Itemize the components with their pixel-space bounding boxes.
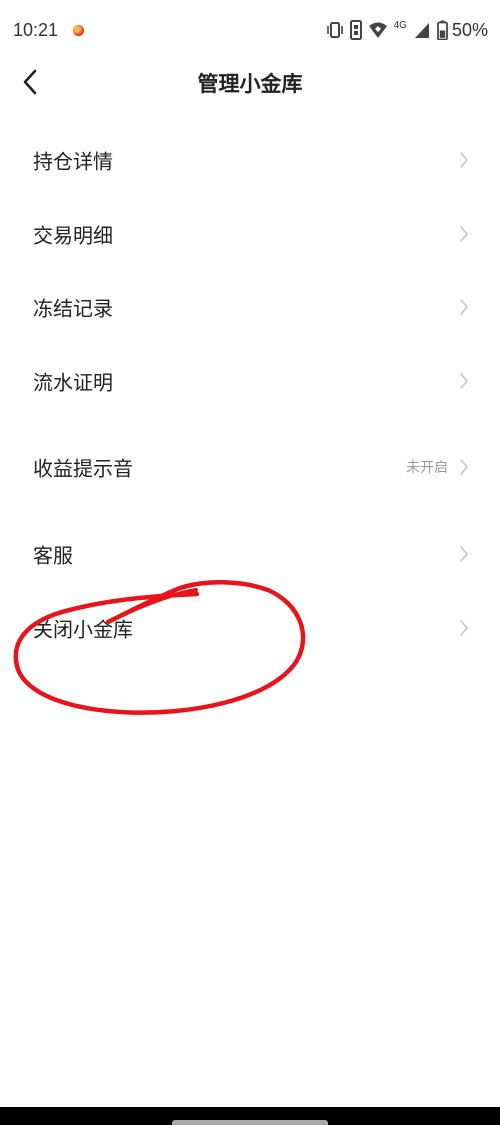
menu-item-label: 收益提示音 — [33, 456, 133, 481]
navigation-gesture-area — [0, 1107, 500, 1125]
signal-icon — [414, 23, 429, 38]
home-gesture-handle[interactable] — [172, 1120, 328, 1125]
menu-item-label: 持仓详情 — [33, 149, 113, 174]
chevron-right-icon — [460, 226, 468, 242]
page-title: 管理小金库 — [197, 72, 303, 96]
menu-item-statement-proof[interactable]: 流水证明 — [0, 351, 500, 411]
notification-app-icon — [73, 25, 84, 36]
battery-icon — [437, 20, 448, 40]
menu-item-customer-service[interactable]: 客服 — [0, 524, 500, 584]
sim-icon — [349, 20, 362, 40]
status-icons: 4G 50% — [326, 19, 488, 41]
menu-item-earnings-sound[interactable]: 收益提示音 未开启 — [0, 437, 500, 497]
menu-item-close-vault[interactable]: 关闭小金库 — [0, 598, 500, 658]
navigation-header: 管理小金库 — [0, 54, 500, 110]
chevron-right-icon — [460, 546, 468, 562]
chevron-right-icon — [460, 620, 468, 636]
wifi-icon — [368, 22, 387, 38]
chevron-right-icon — [460, 299, 468, 315]
status-time: 10:21 — [13, 20, 59, 40]
battery-percentage: 50% — [451, 19, 488, 40]
menu-item-label: 交易明细 — [33, 223, 113, 248]
menu-item-frozen-records[interactable]: 冻结记录 — [0, 277, 500, 337]
menu-item-label: 流水证明 — [33, 370, 113, 395]
chevron-right-icon — [460, 459, 468, 475]
menu-item-label: 客服 — [33, 543, 73, 568]
vibrate-icon — [326, 22, 343, 38]
menu-item-label: 冻结记录 — [33, 296, 113, 321]
network-type: 4G — [393, 20, 407, 31]
chevron-right-icon — [460, 152, 468, 168]
menu-item-transactions[interactable]: 交易明细 — [0, 204, 500, 264]
chevron-right-icon — [460, 373, 468, 389]
menu-item-label: 关闭小金库 — [33, 617, 133, 642]
earnings-sound-status: 未开启 — [406, 460, 448, 476]
menu-item-holdings[interactable]: 持仓详情 — [0, 130, 500, 190]
